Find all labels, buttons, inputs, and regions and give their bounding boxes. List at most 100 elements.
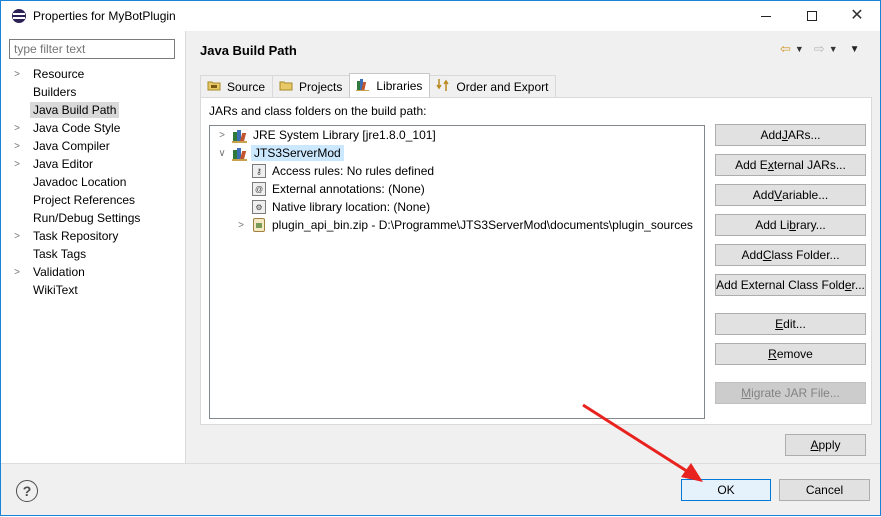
sidebar-item-wikitext[interactable]: WikiText <box>9 281 179 299</box>
help-icon[interactable]: ? <box>16 480 38 502</box>
tab-label: Source <box>227 79 266 94</box>
sidebar-item-builders[interactable]: Builders <box>9 83 179 101</box>
chevron-right-icon[interactable]: > <box>9 141 25 152</box>
view-menu-icon[interactable]: ▼ <box>850 44 860 55</box>
order-export-icon <box>436 78 450 95</box>
native-library-icon: ⚙ <box>251 199 267 215</box>
tree-node-label: plugin_api_bin.zip - D:\Programme\JTS3Se… <box>272 218 693 232</box>
sidebar-item-java-code-style[interactable]: > Java Code Style <box>9 119 179 137</box>
tree-node-access-rules[interactable]: ⚷ Access rules: No rules defined <box>235 162 436 180</box>
sidebar-item-label: Task Repository <box>33 229 119 243</box>
tree-node-external-annotations[interactable]: @ External annotations: (None) <box>235 180 427 198</box>
add-library-button[interactable]: Add Li b rary... <box>715 214 866 236</box>
sidebar-item-label: Resource <box>33 67 85 81</box>
tab-order-and-export[interactable]: Order and Export <box>429 75 557 97</box>
tree-node-label: External annotations: (None) <box>272 182 425 196</box>
close-button[interactable]: ✕ <box>834 1 880 31</box>
minimize-icon <box>761 15 771 17</box>
filter-input[interactable] <box>9 39 175 59</box>
chevron-down-icon[interactable]: ▼ <box>795 44 804 54</box>
preference-tree: > Resource Builders Java Build Path > Ja… <box>9 65 179 299</box>
chevron-right-icon[interactable]: > <box>9 159 25 170</box>
tree-node-label: JRE System Library [jre1.8.0_101] <box>253 128 436 142</box>
library-icon <box>232 127 248 143</box>
chevron-right-icon[interactable]: > <box>216 130 228 141</box>
chevron-right-icon[interactable]: > <box>9 231 25 242</box>
maximize-button[interactable] <box>789 1 835 31</box>
tree-node-label: Native library location: (None) <box>272 200 431 214</box>
sidebar-item-resource[interactable]: > Resource <box>9 65 179 83</box>
sidebar-item-label: Java Editor <box>33 157 94 171</box>
tree-node-plugin-api-zip[interactable]: > plugin_api_bin.zip - D:\Programme\JTS3… <box>235 216 695 234</box>
build-path-heading: JARs and class folders on the build path… <box>209 104 427 118</box>
tree-node-jre-library[interactable]: > JRE System Library [jre1.8.0_101] <box>216 126 438 144</box>
build-path-tree[interactable]: > JRE System Library [jre1.8.0_101] ∨ JT… <box>209 125 705 419</box>
tab-libraries[interactable]: Libraries <box>349 73 431 97</box>
chevron-down-icon[interactable]: ∨ <box>216 148 228 159</box>
sidebar-item-label: Java Compiler <box>33 139 110 153</box>
sidebar-item-label: WikiText <box>33 283 78 297</box>
chevron-right-icon[interactable]: > <box>9 69 25 80</box>
properties-dialog: Properties for MyBotPlugin ✕ > Resource … <box>0 0 881 516</box>
tree-node-native-library[interactable]: ⚙ Native library location: (None) <box>235 198 432 216</box>
jar-icon <box>251 217 267 233</box>
add-external-class-folder-button[interactable]: Add External Class Fold e r... <box>715 274 866 296</box>
tree-node-jts3servermod[interactable]: ∨ JTS3ServerMod <box>216 144 344 162</box>
cancel-button[interactable]: Cancel <box>779 479 870 501</box>
migrate-jar-button[interactable]: Migrate JAR File... <box>715 382 866 404</box>
add-class-folder-button[interactable]: Add Class Folder... <box>715 244 866 266</box>
back-arrow-icon[interactable]: ⇦ <box>780 41 791 57</box>
sidebar-item-project-references[interactable]: Project References <box>9 191 179 209</box>
minimize-button[interactable] <box>743 1 789 31</box>
sidebar-item-validation[interactable]: > Validation <box>9 263 179 281</box>
history-nav: ⇦ ▼ ⇨ ▼ ▼ <box>780 41 860 57</box>
sidebar-item-java-compiler[interactable]: > Java Compiler <box>9 137 179 155</box>
sidebar-item-java-build-path[interactable]: Java Build Path <box>9 101 179 119</box>
tab-label: Libraries <box>376 78 423 93</box>
chevron-right-icon[interactable]: > <box>235 220 247 231</box>
source-folder-icon <box>207 79 221 94</box>
sidebar-item-label: Project References <box>33 193 136 207</box>
sidebar-item-label: Validation <box>33 265 85 279</box>
annotations-icon: @ <box>251 181 267 197</box>
sidebar-item-run-debug-settings[interactable]: Run/Debug Settings <box>9 209 179 227</box>
tab-label: Order and Export <box>456 79 549 94</box>
tab-projects[interactable]: Projects <box>272 75 351 97</box>
add-variable-button[interactable]: Add Variable... <box>715 184 866 206</box>
apply-button[interactable]: Apply <box>785 434 866 456</box>
window-title: Properties for MyBotPlugin <box>33 9 176 23</box>
chevron-right-icon[interactable]: > <box>9 267 25 278</box>
add-jars-button[interactable]: Add J ARs... <box>715 124 866 146</box>
sidebar-item-java-editor[interactable]: > Java Editor <box>9 155 179 173</box>
page-title: Java Build Path <box>200 43 297 58</box>
edit-button[interactable]: Edit... <box>715 313 866 335</box>
chevron-right-icon[interactable]: > <box>9 123 25 134</box>
tree-node-label: Access rules: No rules defined <box>272 164 435 178</box>
sidebar-item-label: Java Code Style <box>33 121 121 135</box>
libraries-icon <box>356 78 370 94</box>
add-external-jars-button[interactable]: Add Ex ternal JARs... <box>715 154 866 176</box>
sidebar-item-task-tags[interactable]: Task Tags <box>9 245 179 263</box>
access-rules-icon: ⚷ <box>251 163 267 179</box>
maximize-icon <box>807 11 817 21</box>
chevron-down-icon[interactable]: ▼ <box>829 44 838 54</box>
sidebar-item-label: Run/Debug Settings <box>33 211 141 225</box>
sidebar-item-javadoc-location[interactable]: Javadoc Location <box>9 173 179 191</box>
tree-node-label: JTS3ServerMod <box>251 145 344 161</box>
sidebar-item-task-repository[interactable]: > Task Repository <box>9 227 179 245</box>
library-icon <box>232 145 248 161</box>
eclipse-icon <box>12 9 26 23</box>
sidebar-item-label: Builders <box>33 85 77 99</box>
close-icon: ✕ <box>850 7 864 24</box>
sidebar-item-label: Task Tags <box>33 247 87 261</box>
forward-arrow-icon[interactable]: ⇨ <box>814 41 825 57</box>
preference-sidebar: > Resource Builders Java Build Path > Ja… <box>1 31 186 463</box>
remove-button[interactable]: Remove <box>715 343 866 365</box>
projects-icon <box>279 79 293 94</box>
sidebar-item-label: Javadoc Location <box>33 175 127 189</box>
build-path-tabs: Source Projects Libraries Order and Expo… <box>200 73 557 97</box>
title-bar: Properties for MyBotPlugin ✕ <box>1 1 880 31</box>
ok-button[interactable]: OK <box>681 479 771 501</box>
tab-label: Projects <box>299 79 343 94</box>
tab-source[interactable]: Source <box>200 75 274 97</box>
